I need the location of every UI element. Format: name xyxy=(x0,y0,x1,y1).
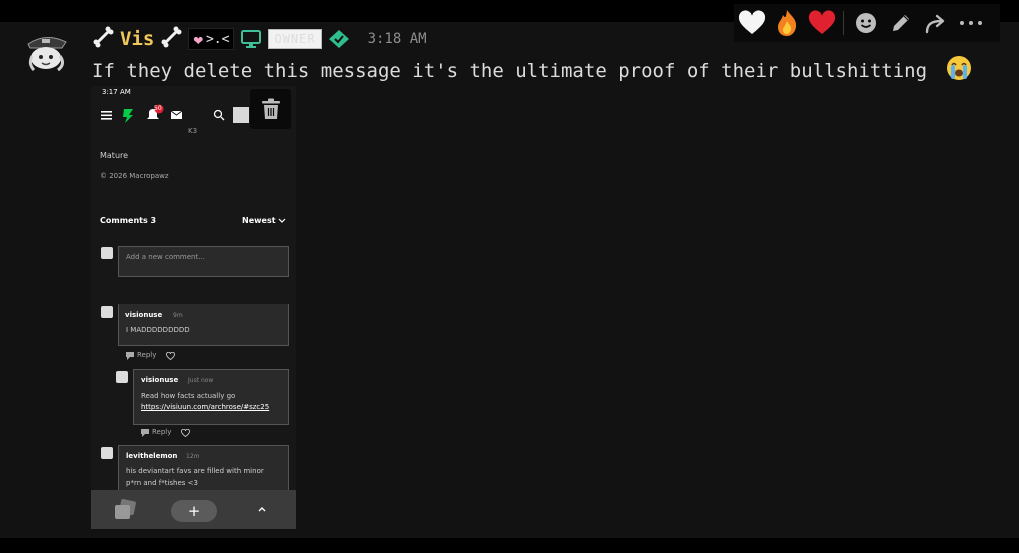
notification-count: 50 xyxy=(154,105,162,112)
bone-icon xyxy=(160,26,182,53)
message-content: If they delete this message it's the ult… xyxy=(92,55,973,82)
create-button[interactable]: + xyxy=(171,500,217,522)
diamond-icon xyxy=(328,30,349,48)
more-options-button[interactable] xyxy=(953,4,988,42)
bone-icon xyxy=(92,26,114,53)
comment-time: 12m xyxy=(186,453,200,460)
fire-reaction-button[interactable] xyxy=(769,4,804,42)
server-tag[interactable]: ❤ >.< xyxy=(188,28,235,50)
reply-button[interactable]: Reply xyxy=(137,351,156,359)
comment-input[interactable] xyxy=(118,246,289,277)
attachment-status-time: 3:17 AM xyxy=(102,88,131,96)
message-timestamp: 3:18 AM xyxy=(367,31,427,47)
fire-icon xyxy=(777,10,796,36)
pink-heart-icon: ❤ xyxy=(193,29,203,49)
partial-text: K3 xyxy=(188,127,198,135)
commenter-avatar xyxy=(101,447,113,459)
forward-button[interactable] xyxy=(918,4,953,42)
toolbar-divider xyxy=(843,11,844,35)
comment-text: his deviantart favs are filled with mino… xyxy=(126,467,264,475)
more-icon xyxy=(959,21,982,25)
role-badge: OWNER xyxy=(268,29,322,49)
username[interactable]: Vis xyxy=(120,28,154,50)
add-reaction-button[interactable] xyxy=(848,4,883,42)
reply-icon xyxy=(141,429,149,437)
delete-attachment-button[interactable] xyxy=(250,89,291,129)
comment-username[interactable]: visionuse xyxy=(141,376,178,384)
edit-button[interactable] xyxy=(883,4,918,42)
message-header: Vis ❤ >.< OWNER 3:18 AM xyxy=(92,26,427,52)
chevron-down-icon xyxy=(278,218,286,223)
message-text: If they delete this message it's the ult… xyxy=(92,60,928,82)
red-heart-icon xyxy=(808,10,835,34)
image-attachment[interactable]: 3:17 AM 50 K3 Mature © 2026 Macropawz Co… xyxy=(91,86,296,529)
trash-icon xyxy=(261,98,280,119)
copyright-text: © 2026 Macropawz xyxy=(100,172,169,180)
edit-icon xyxy=(892,15,909,31)
add-reaction-icon xyxy=(855,13,876,33)
attachment-bottom-bar: + xyxy=(91,490,296,529)
sort-dropdown[interactable]: Newest xyxy=(242,216,276,225)
collections-icon[interactable] xyxy=(113,499,137,521)
red-heart-reaction-button[interactable] xyxy=(804,4,839,42)
user-avatar[interactable] xyxy=(22,30,70,74)
comment-text: I MADDDDDDDDD xyxy=(126,326,190,334)
comment-text: p*rn and f*tishes <3 xyxy=(126,479,198,487)
comment-link[interactable]: https://visiuun.com/archrose/#szc25 xyxy=(141,403,269,411)
like-icon[interactable] xyxy=(166,352,175,360)
comment-username[interactable]: levithelemon xyxy=(126,452,177,460)
reply-icon xyxy=(126,352,134,360)
comment-input-placeholder: Add a new comment... xyxy=(126,253,205,261)
rating-label: Mature xyxy=(100,151,129,160)
comment-time: 9m xyxy=(173,312,183,319)
reply-button[interactable]: Reply xyxy=(152,428,171,436)
white-heart-icon xyxy=(738,10,765,34)
commenter-avatar xyxy=(116,371,128,383)
forward-icon xyxy=(925,14,944,34)
chevron-up-icon[interactable] xyxy=(257,506,267,513)
commenter-avatar xyxy=(101,247,113,259)
like-icon[interactable] xyxy=(181,429,190,437)
server-tag-text: >.< xyxy=(205,31,230,47)
comment-text: Read how facts actually go xyxy=(141,392,236,400)
comment-username[interactable]: visionuse xyxy=(125,311,162,319)
white-heart-reaction-button[interactable] xyxy=(734,4,769,42)
comments-header: Comments 3 xyxy=(100,216,157,225)
message-toolbar xyxy=(734,4,1000,42)
bottom-bar xyxy=(0,538,1019,553)
comment-time: Just now xyxy=(188,377,214,384)
loudly-crying-face-icon xyxy=(946,56,971,80)
monitor-icon xyxy=(241,30,262,48)
commenter-avatar xyxy=(101,306,113,318)
